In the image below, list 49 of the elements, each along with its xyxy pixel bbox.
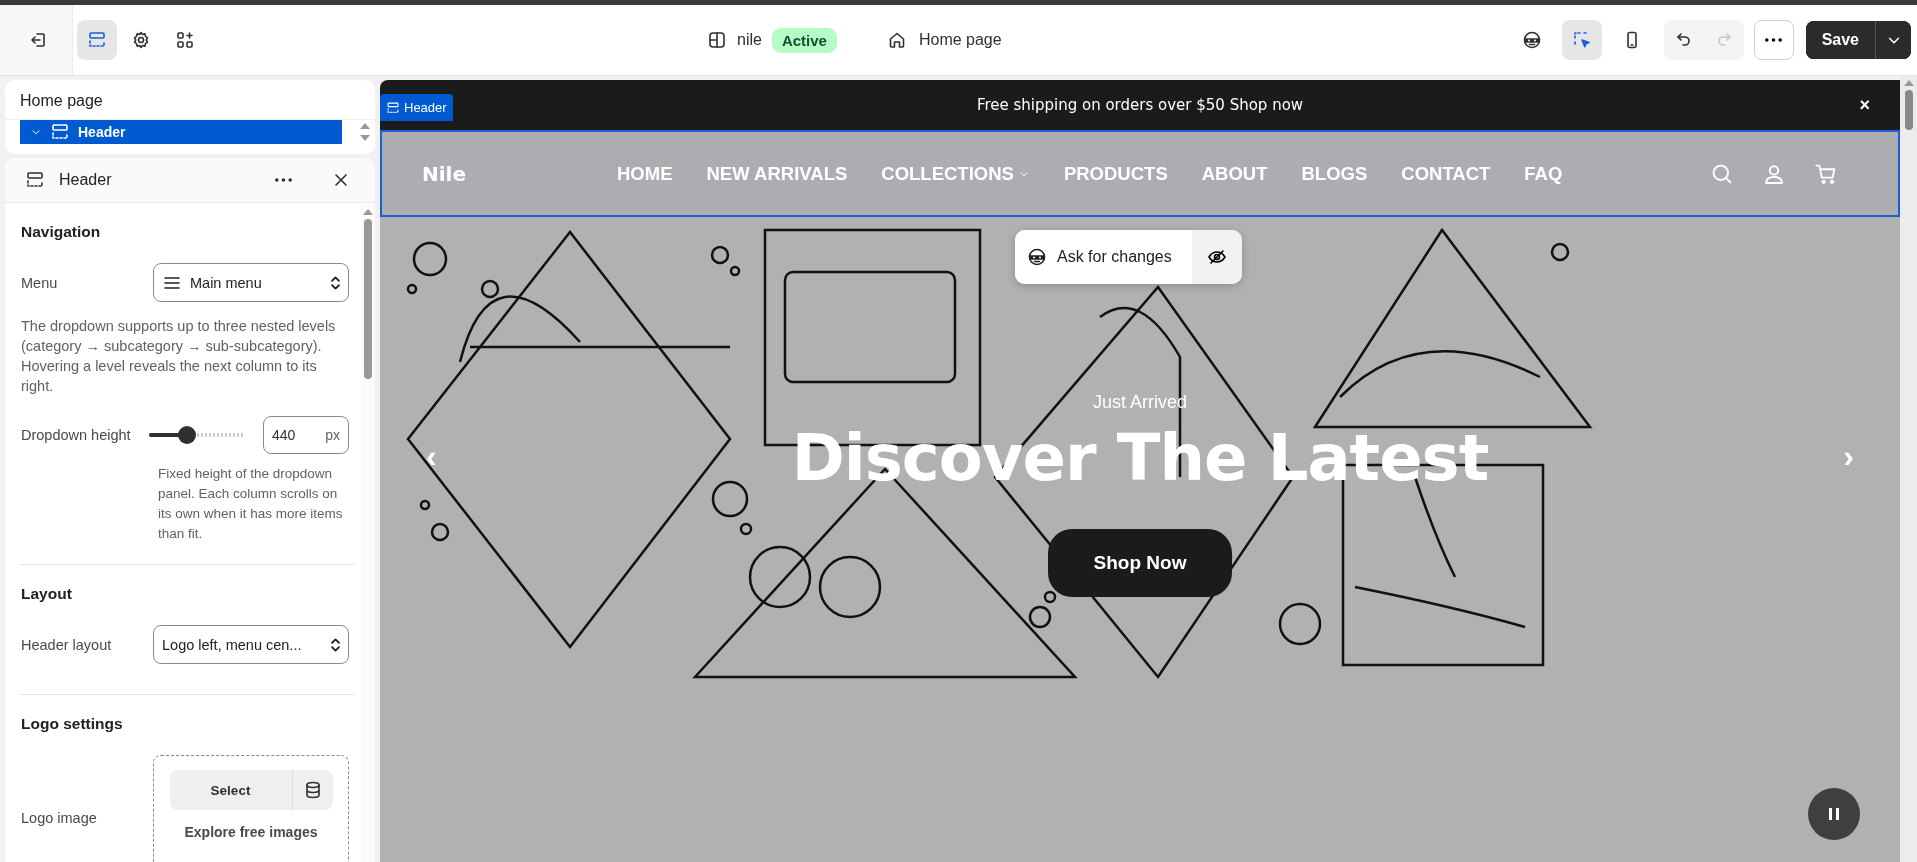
setting-label: Menu	[21, 274, 58, 291]
save-menu-button[interactable]	[1875, 21, 1911, 59]
save-button[interactable]: Save	[1805, 21, 1875, 59]
page-selector[interactable]: Home page	[882, 26, 1006, 54]
panel-title: Header	[59, 171, 113, 189]
store-name: nile	[737, 31, 762, 49]
status-badge: Active	[771, 27, 837, 53]
more-icon	[274, 178, 292, 182]
section-tag: Header	[380, 94, 453, 121]
scrollbar[interactable]	[1900, 76, 1917, 862]
number-field[interactable]: 440 px	[263, 416, 349, 454]
exit-icon	[28, 30, 48, 50]
setting-label: Dropdown height	[21, 427, 131, 443]
section-heading: Logo settings	[21, 715, 124, 733]
inspect-icon	[1571, 30, 1592, 50]
pause-icon	[1828, 807, 1840, 821]
chevron-up-down-icon	[331, 275, 340, 290]
more-icon	[1765, 38, 1783, 42]
chevron-up-down-icon	[331, 637, 340, 652]
sections-icon	[50, 122, 70, 142]
setting-label: Logo image	[21, 809, 97, 826]
help-text: The dropdown supports up to three nested levels (category → subcategory → sub-subcategory). Hovering a level reveals the next column to its right.	[21, 317, 337, 396]
mask-face-icon	[1027, 247, 1047, 267]
eye-off-icon	[1206, 247, 1227, 267]
close-button[interactable]: ×	[1853, 93, 1876, 117]
explore-link[interactable]: Explore free images	[184, 824, 318, 840]
scroll-arrows-icon[interactable]	[359, 123, 371, 141]
hide-button[interactable]	[1191, 230, 1242, 284]
shop-now-button[interactable]: Shop Now	[1048, 529, 1232, 597]
setting-label: Header layout	[21, 636, 112, 653]
tree-item[interactable]: Header	[20, 120, 342, 144]
section-heading: Layout	[21, 585, 73, 603]
ask-for-changes-button[interactable]: Ask for changes	[1015, 230, 1192, 284]
announcement-text: Free shipping on orders over $50 Shop now	[976, 96, 1304, 114]
sections-icon	[25, 170, 45, 190]
panel-title: Home page	[19, 91, 104, 111]
select-field[interactable]: Main menu	[153, 263, 349, 302]
pause-button[interactable]	[1808, 788, 1860, 840]
settings-icon	[131, 30, 151, 50]
select-field[interactable]: Logo left, menu cen...	[153, 625, 349, 664]
sections-icon	[386, 100, 400, 115]
slider-thumb[interactable]	[178, 426, 197, 444]
sections-icon	[87, 30, 107, 50]
help-text: Fixed height of the dropdown panel. Each column scrolls on its own when it has more items than fit.	[158, 465, 344, 543]
scrollbar[interactable]	[361, 203, 375, 862]
apps-icon	[175, 30, 195, 50]
mask-face-icon	[1521, 30, 1542, 50]
section-heading: Navigation	[21, 223, 102, 241]
layout-icon	[707, 30, 727, 50]
